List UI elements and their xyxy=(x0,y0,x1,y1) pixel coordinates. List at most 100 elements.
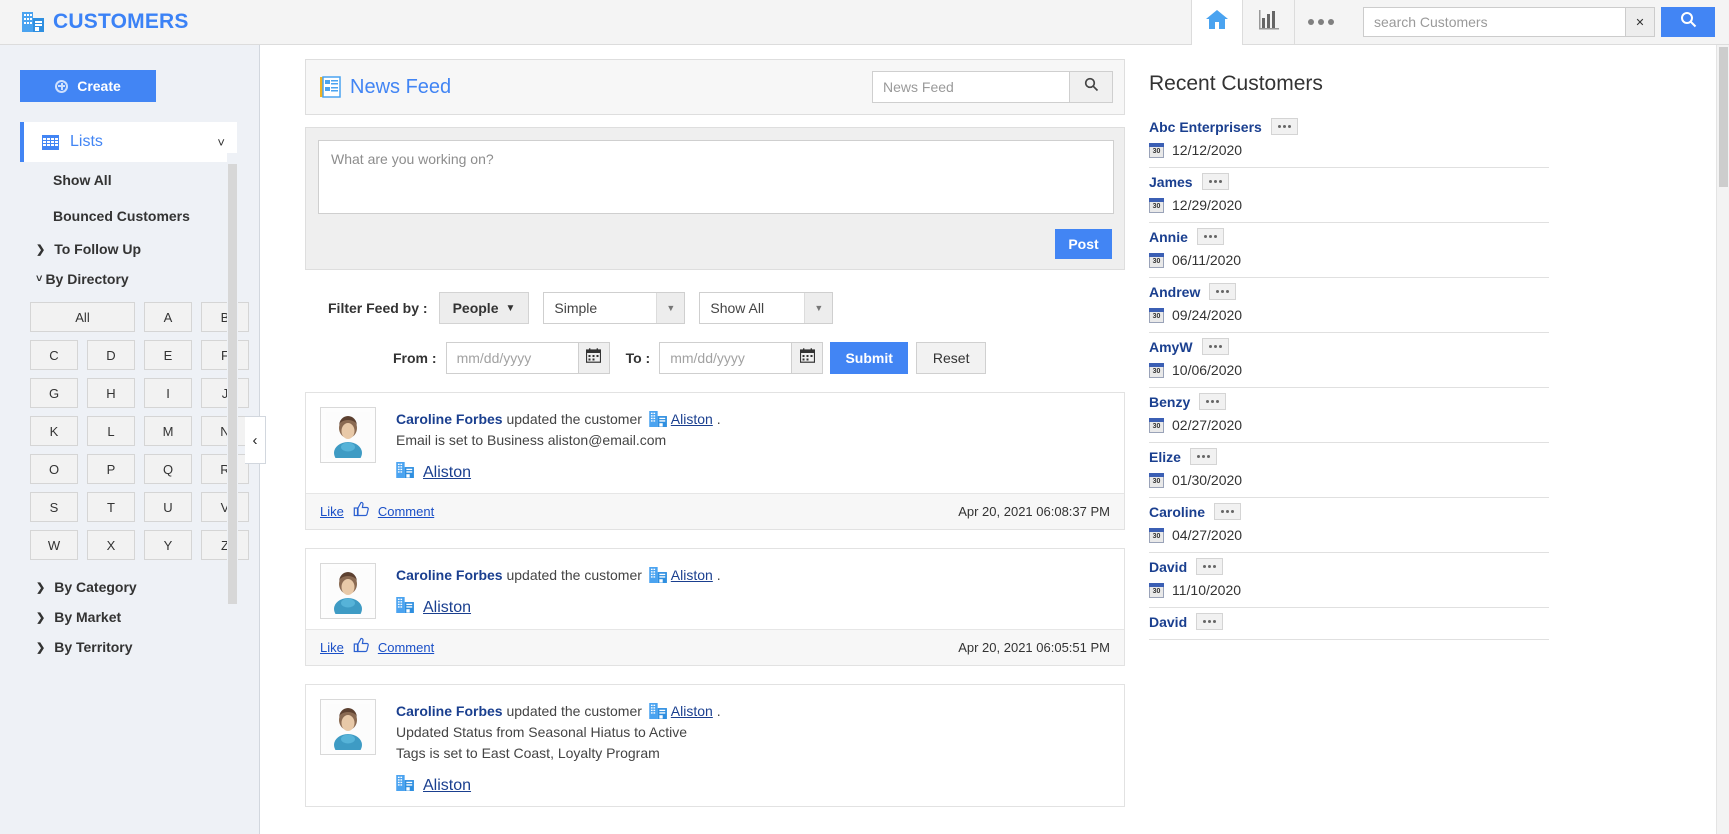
feed-search-button[interactable] xyxy=(1069,71,1113,103)
customer-name-link[interactable]: James xyxy=(1149,174,1193,190)
post-target-link[interactable]: Aliston xyxy=(671,411,713,427)
directory-letter-f[interactable]: F xyxy=(201,340,249,370)
directory-letter-y[interactable]: Y xyxy=(144,530,192,560)
sidebar-group-by-territory[interactable]: ❯ By Territory xyxy=(0,632,259,662)
directory-letter-m[interactable]: M xyxy=(144,416,192,446)
page-scrollbar-track[interactable] xyxy=(1716,45,1729,834)
submit-button[interactable]: Submit xyxy=(830,342,909,374)
directory-letter-o[interactable]: O xyxy=(30,454,78,484)
directory-letter-c[interactable]: C xyxy=(30,340,78,370)
search-scope-dropdown[interactable]: ✕ xyxy=(1625,7,1655,37)
sidebar-group-to-follow-up[interactable]: ❯ To Follow Up xyxy=(0,234,259,264)
from-date-input[interactable] xyxy=(445,342,578,374)
search-button[interactable] xyxy=(1661,7,1715,37)
customer-more-button[interactable] xyxy=(1270,118,1298,135)
directory-letter-n[interactable]: N xyxy=(201,416,249,446)
sidebar-scrollbar-thumb[interactable] xyxy=(228,164,237,604)
customer-more-button[interactable] xyxy=(1196,558,1224,575)
chevron-down-icon: ✕ xyxy=(1635,16,1645,29)
filter-mode-select[interactable]: Simple ▼ xyxy=(543,292,686,324)
post-object-link[interactable]: Aliston xyxy=(423,599,471,617)
directory-letter-h[interactable]: H xyxy=(87,378,135,408)
customer-name-link[interactable]: Andrew xyxy=(1149,284,1200,300)
comment-link[interactable]: Comment xyxy=(378,640,434,655)
customer-name-link[interactable]: David xyxy=(1149,614,1187,630)
directory-letter-s[interactable]: S xyxy=(30,492,78,522)
customer-more-button[interactable] xyxy=(1196,613,1224,630)
sidebar-group-by-category[interactable]: ❯ By Category xyxy=(0,572,259,602)
directory-letter-i[interactable]: I xyxy=(144,378,192,408)
post-author[interactable]: Caroline Forbes xyxy=(396,703,503,719)
post-target-link[interactable]: Aliston xyxy=(671,703,713,719)
directory-letter-v[interactable]: V xyxy=(201,492,249,522)
directory-letter-l[interactable]: L xyxy=(87,416,135,446)
more-menu-button[interactable] xyxy=(1295,0,1347,45)
directory-letter-all[interactable]: All xyxy=(30,302,135,332)
directory-letter-q[interactable]: Q xyxy=(144,454,192,484)
directory-letter-z[interactable]: Z xyxy=(201,530,249,560)
directory-letter-r[interactable]: R xyxy=(201,454,249,484)
brand[interactable]: CUSTOMERS xyxy=(0,10,189,34)
search-input[interactable] xyxy=(1363,7,1625,37)
customer-name-link[interactable]: Elize xyxy=(1149,449,1181,465)
to-calendar-button[interactable] xyxy=(791,342,824,374)
sidebar-group-by-market[interactable]: ❯ By Market xyxy=(0,602,259,632)
post-author[interactable]: Caroline Forbes xyxy=(396,567,503,583)
sidebar-group-label: By Market xyxy=(54,609,122,625)
post-object-link[interactable]: Aliston xyxy=(423,777,471,795)
reset-button[interactable]: Reset xyxy=(916,342,987,374)
directory-letter-b[interactable]: B xyxy=(201,302,249,332)
feed-search-input[interactable] xyxy=(872,71,1069,103)
directory-letter-t[interactable]: T xyxy=(87,492,135,522)
sidebar-collapse-handle[interactable]: ‹ xyxy=(245,416,266,464)
customer-name-link[interactable]: AmyW xyxy=(1149,339,1193,355)
filter-scope-select[interactable]: Show All ▼ xyxy=(699,292,834,324)
directory-letter-x[interactable]: X xyxy=(87,530,135,560)
directory-letter-d[interactable]: D xyxy=(87,340,135,370)
chevron-down-icon[interactable]: ˅ xyxy=(217,135,225,150)
create-button[interactable]: Create xyxy=(20,70,156,102)
customer-name-link[interactable]: David xyxy=(1149,559,1187,575)
customer-more-button[interactable] xyxy=(1214,503,1242,520)
customer-more-button[interactable] xyxy=(1209,283,1237,300)
directory-letter-w[interactable]: W xyxy=(30,530,78,560)
directory-letter-e[interactable]: E xyxy=(144,340,192,370)
thumbs-up-icon[interactable] xyxy=(353,501,370,523)
post-author[interactable]: Caroline Forbes xyxy=(396,411,503,427)
sidebar-section-lists[interactable]: Lists ˅ xyxy=(20,122,237,162)
directory-letter-g[interactable]: G xyxy=(30,378,78,408)
comment-link[interactable]: Comment xyxy=(378,504,434,519)
post-button[interactable]: Post xyxy=(1055,229,1112,259)
like-link[interactable]: Like xyxy=(320,504,344,519)
news-feed-list: Caroline Forbes updated the customer Ali… xyxy=(305,392,1125,807)
recent-customer-item: Caroline 30 04/27/2020 xyxy=(1149,498,1549,553)
directory-letter-j[interactable]: J xyxy=(201,378,249,408)
customer-more-button[interactable] xyxy=(1189,448,1217,465)
reports-button[interactable] xyxy=(1243,0,1295,45)
customer-name-link[interactable]: Abc Enterprisers xyxy=(1149,119,1262,135)
directory-letter-a[interactable]: A xyxy=(144,302,192,332)
to-date-input[interactable] xyxy=(659,342,792,374)
thumbs-up-icon[interactable] xyxy=(353,637,370,659)
customer-more-button[interactable] xyxy=(1196,228,1224,245)
customer-name-link[interactable]: Caroline xyxy=(1149,504,1205,520)
like-link[interactable]: Like xyxy=(320,640,344,655)
directory-letter-p[interactable]: P xyxy=(87,454,135,484)
customer-name-link[interactable]: Annie xyxy=(1149,229,1188,245)
home-button[interactable] xyxy=(1191,0,1243,45)
customer-more-button[interactable] xyxy=(1201,173,1229,190)
directory-letter-u[interactable]: U xyxy=(144,492,192,522)
customer-more-button[interactable] xyxy=(1199,393,1227,410)
sidebar-item-show-all[interactable]: Show All xyxy=(0,162,259,198)
sidebar-group-by-directory[interactable]: ˅ By Directory xyxy=(0,264,259,294)
post-object-link[interactable]: Aliston xyxy=(423,464,471,482)
post-target-link[interactable]: Aliston xyxy=(671,567,713,583)
filter-people-button[interactable]: People ▼ xyxy=(438,292,530,324)
composer-textarea[interactable] xyxy=(318,140,1114,214)
customer-more-button[interactable] xyxy=(1201,338,1229,355)
directory-letter-k[interactable]: K xyxy=(30,416,78,446)
customer-name-link[interactable]: Benzy xyxy=(1149,394,1190,410)
from-calendar-button[interactable] xyxy=(577,342,610,374)
sidebar-item-bounced-customers[interactable]: Bounced Customers xyxy=(0,198,259,234)
page-scrollbar-thumb[interactable] xyxy=(1719,47,1728,187)
